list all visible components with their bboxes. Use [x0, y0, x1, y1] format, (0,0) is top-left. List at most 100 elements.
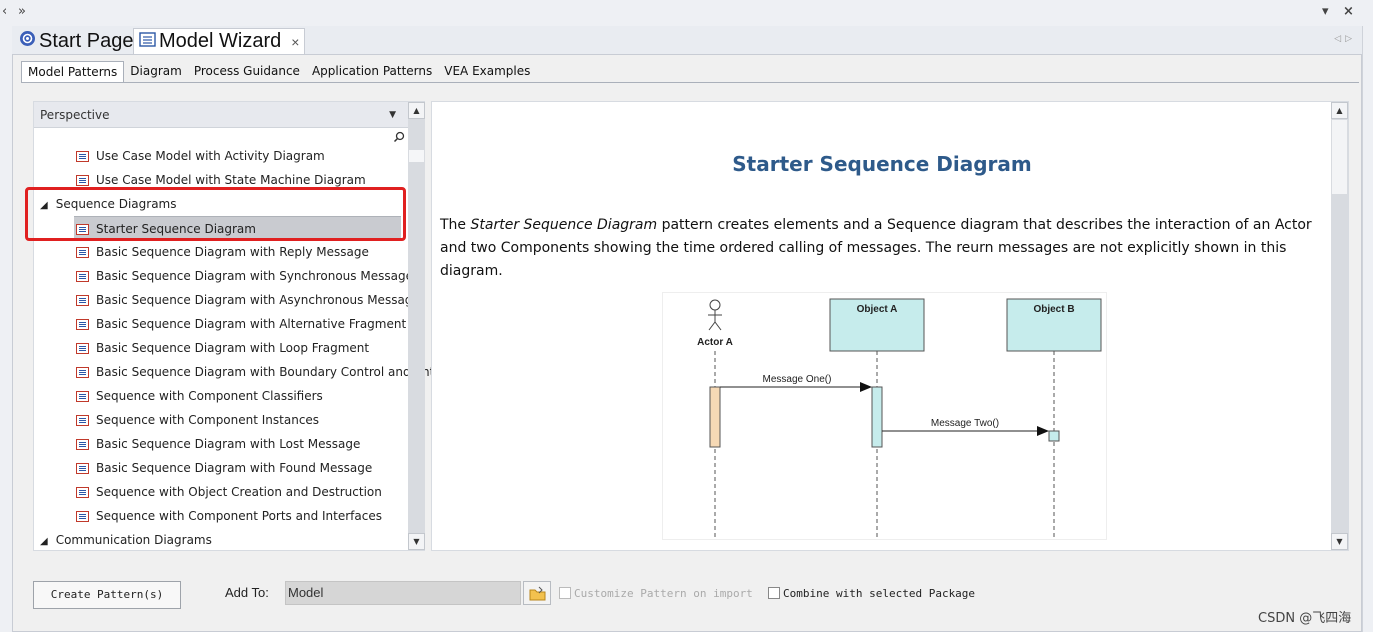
tab-start-page[interactable]: Start Page [14, 28, 139, 54]
diagram-icon [76, 487, 89, 498]
tree-item-label: Sequence with Component Ports and Interf… [96, 509, 382, 523]
message-one-arrowhead [860, 382, 872, 392]
tree-item-label: Basic Sequence Diagram with Lost Message [96, 437, 361, 451]
close-tab-icon[interactable]: × [291, 34, 299, 50]
tab-model-patterns[interactable]: Model Patterns [21, 61, 125, 83]
tree-item[interactable]: Basic Sequence Diagram with Synchronous … [76, 264, 413, 288]
scroll-thumb[interactable] [409, 150, 424, 162]
tree-item-label: Sequence with Component Instances [96, 413, 320, 427]
pattern-tree: Perspective ▼ Use Case Model with Activi… [25, 101, 449, 552]
tree-item-label: Basic Sequence Diagram with Synchronous … [96, 269, 413, 283]
right-dock-strip [1362, 26, 1373, 632]
collapse-triangle-icon[interactable]: ◢ [40, 200, 48, 211]
diagram-icon [76, 439, 89, 450]
add-to-label: Add To: [225, 585, 269, 600]
collapse-left-icon[interactable]: ‹ [2, 4, 7, 19]
tree-item[interactable]: Basic Sequence Diagram with Found Messag… [76, 456, 372, 480]
diagram-icon [76, 247, 89, 258]
diagram-icon [76, 295, 89, 306]
tree-item[interactable]: Basic Sequence Diagram with Boundary Con… [76, 360, 449, 384]
tree-item-label: Sequence with Object Creation and Destru… [96, 485, 382, 499]
message-one-label: Message One() [763, 374, 832, 385]
tab-divider [21, 82, 1359, 83]
actor-label: Actor A [697, 337, 733, 348]
scroll-down-icon[interactable]: ▼ [408, 533, 425, 550]
sequence-diagram-preview: Actor A Object A Object B Message One() [662, 292, 1107, 540]
diagram-icon [76, 271, 89, 282]
combine-package-checkbox[interactable] [768, 587, 780, 599]
message-two-label: Message Two() [931, 418, 999, 429]
desc-emphasis: Starter Sequence Diagram [470, 217, 658, 233]
wizard-sub-tabs: Model Patterns Diagram Process Guidance … [21, 61, 536, 83]
object-a-activation [871, 386, 883, 448]
tab-application-patterns[interactable]: Application Patterns [306, 61, 438, 83]
create-patterns-button[interactable]: Create Pattern(s) [33, 581, 181, 609]
tab-vea-examples[interactable]: VEA Examples [438, 61, 536, 83]
close-window-icon[interactable]: × [1343, 4, 1354, 19]
tree-item[interactable]: Sequence with Object Creation and Destru… [76, 480, 382, 504]
tab-start-page-label: Start Page [39, 29, 134, 52]
browse-package-button[interactable] [523, 581, 551, 605]
tree-item[interactable]: Sequence with Component Ports and Interf… [76, 504, 382, 528]
tree-item-label: Use Case Model with Activity Diagram [96, 149, 325, 163]
tree-item-label: Basic Sequence Diagram with Boundary Con… [96, 365, 450, 379]
tree-group-label: Communication Diagrams [55, 533, 212, 547]
add-to-field[interactable]: Model [285, 581, 521, 605]
tree-item[interactable]: Sequence with Component Classifiers [76, 384, 323, 408]
tree-group-communication[interactable]: ◢ Communication Diagrams [40, 528, 212, 552]
tree-item[interactable]: Basic Sequence Diagram with Asynchronous… [76, 288, 420, 312]
tree-item[interactable]: Basic Sequence Diagram with Alternative … [76, 312, 406, 336]
diagram-icon [76, 343, 89, 354]
tree-group-sequence[interactable]: ◢ Sequence Diagrams [40, 192, 176, 216]
collapse-triangle-icon[interactable]: ◢ [40, 536, 48, 547]
title-bar: ‹ » ▾ × [0, 0, 1373, 26]
chevron-down-icon: ▼ [389, 110, 396, 120]
tree-item-label: Basic Sequence Diagram with Asynchronous… [96, 293, 420, 307]
tab-diagram[interactable]: Diagram [124, 61, 188, 83]
dropdown-icon[interactable]: ▾ [1322, 4, 1329, 19]
tree-item[interactable]: Sequence with Component Instances [76, 408, 319, 432]
tree-item-label: Basic Sequence Diagram with Alternative … [96, 317, 407, 331]
model-wizard-icon [139, 31, 156, 52]
tree-group-label: Sequence Diagrams [55, 197, 177, 211]
tree-item-starter-sequence[interactable]: Starter Sequence Diagram [74, 216, 401, 240]
tree-item[interactable]: Basic Sequence Diagram with Loop Fragmen… [76, 336, 369, 360]
tree-item-label: Basic Sequence Diagram with Found Messag… [96, 461, 373, 475]
actor-figure [708, 299, 722, 331]
left-dock-strip [0, 26, 12, 632]
preview-title: Starter Sequence Diagram [732, 152, 1032, 176]
pattern-preview: Starter Sequence Diagram The Starter Seq… [431, 101, 1349, 551]
diagram-icon [76, 463, 89, 474]
model-wizard-panel: Model Patterns Diagram Process Guidance … [12, 54, 1362, 632]
preview-scrollbar[interactable]: ▲ ▼ [1331, 102, 1348, 550]
customize-pattern-label: Customize Pattern on import [574, 587, 753, 600]
tree-item-label: Starter Sequence Diagram [96, 222, 256, 236]
scroll-up-icon[interactable]: ▲ [1331, 102, 1348, 119]
tree-item-use-case-state-machine[interactable]: Use Case Model with State Machine Diagra… [76, 168, 366, 192]
start-page-icon [19, 30, 36, 52]
tree-item-use-case-activity[interactable]: Use Case Model with Activity Diagram [76, 144, 325, 168]
customize-pattern-checkbox[interactable] [559, 587, 571, 599]
desc-prefix: The [440, 217, 471, 233]
search-icon[interactable] [392, 130, 406, 144]
tree-item[interactable]: Basic Sequence Diagram with Lost Message [76, 432, 360, 456]
tab-process-guidance[interactable]: Process Guidance [188, 61, 306, 83]
perspective-dropdown[interactable]: Perspective ▼ [34, 102, 408, 128]
expand-panels-icon[interactable]: » [18, 4, 26, 19]
tab-model-wizard[interactable]: Model Wizard × [133, 28, 306, 54]
scroll-thumb[interactable] [1332, 120, 1347, 194]
tree-scrollbar[interactable]: ▲ ▼ [408, 102, 425, 550]
object-b-activation [1048, 430, 1060, 442]
diagram-icon [76, 319, 89, 330]
diagram-icon [76, 391, 89, 402]
tree-item[interactable]: Basic Sequence Diagram with Reply Messag… [76, 240, 369, 264]
diagram-icon [76, 224, 89, 235]
tree-item-label: Sequence with Component Classifiers [96, 389, 323, 403]
tab-model-wizard-label: Model Wizard [159, 30, 282, 52]
scroll-down-icon[interactable]: ▼ [1331, 533, 1348, 550]
tab-scroll-arrows[interactable]: ◁▷ [1334, 34, 1356, 44]
tree-item-label: Basic Sequence Diagram with Reply Messag… [96, 245, 369, 259]
diagram-icon [76, 175, 89, 186]
tree-item-label: Basic Sequence Diagram with Loop Fragmen… [96, 341, 370, 355]
scroll-up-icon[interactable]: ▲ [408, 102, 425, 119]
